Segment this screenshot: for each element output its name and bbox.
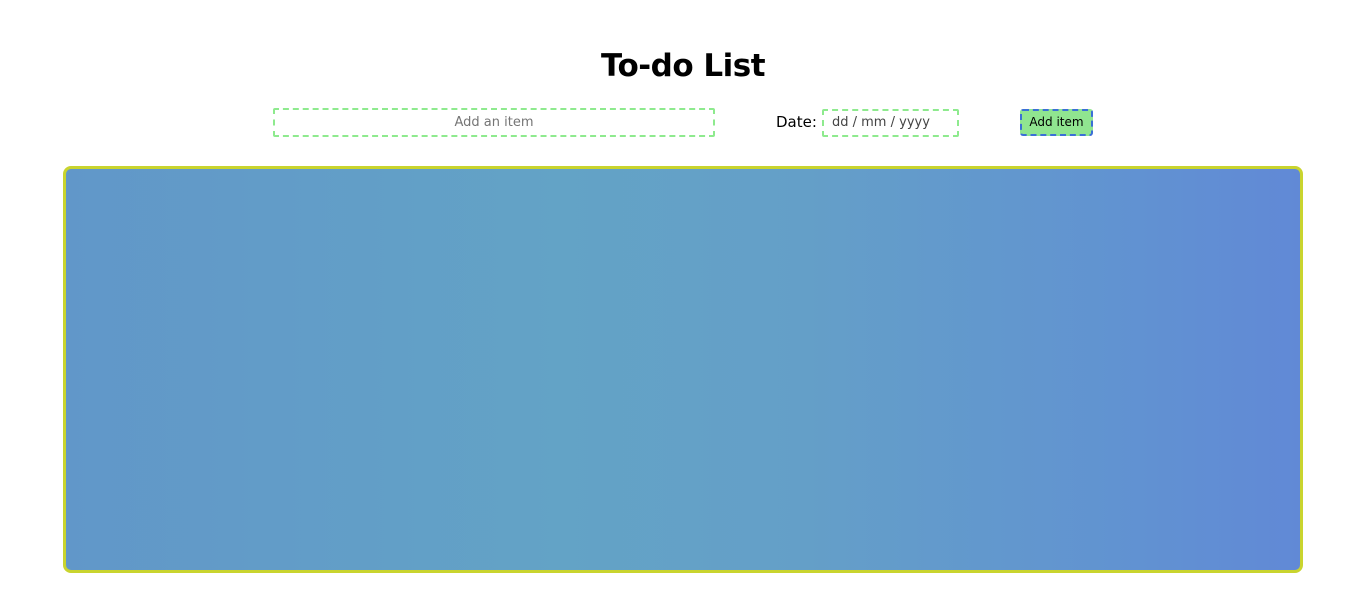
todo-list-panel (63, 166, 1303, 573)
add-item-button[interactable]: Add item (1020, 109, 1093, 136)
date-placeholder: dd / mm / yyyy (832, 115, 930, 130)
date-label: Date: (776, 113, 817, 131)
todo-page: To-do List Date: dd / mm / yyyy Add item (0, 0, 1366, 615)
add-item-input[interactable] (273, 108, 715, 137)
page-title: To-do List (600, 48, 766, 84)
date-field[interactable]: dd / mm / yyyy (822, 109, 959, 137)
